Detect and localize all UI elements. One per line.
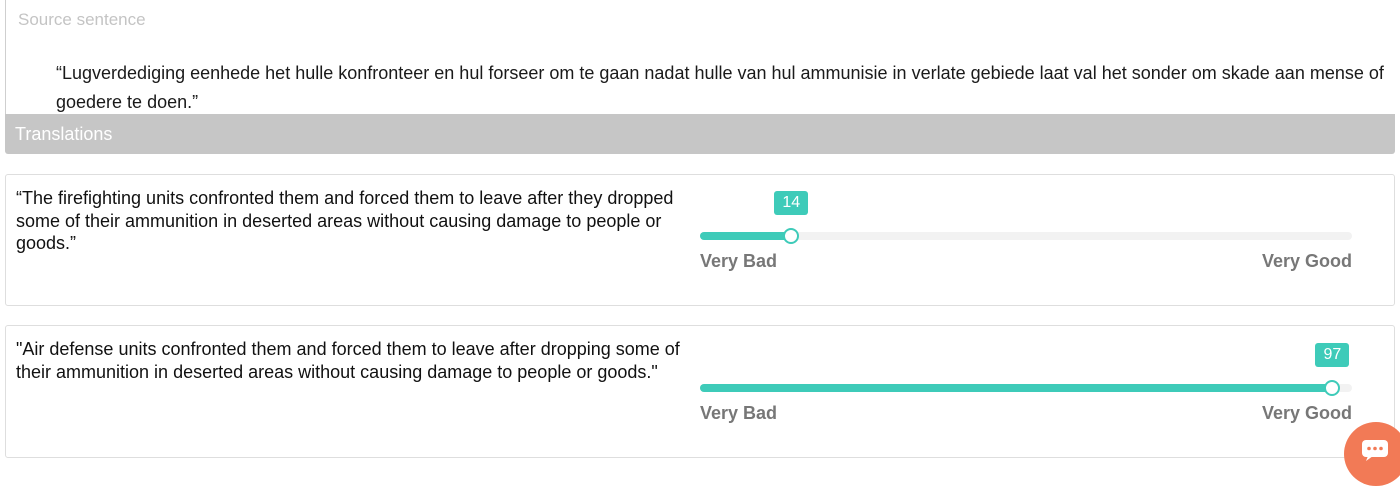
chat-button[interactable] [1344, 422, 1400, 486]
source-label: Source sentence [18, 10, 146, 29]
rating-slider[interactable]: 14 Very Bad Very Good [700, 191, 1352, 271]
slider-track[interactable] [700, 384, 1352, 392]
chat-bubble-icon [1362, 440, 1388, 461]
rating-slider[interactable]: 97 Very Bad Very Good [700, 343, 1352, 423]
translations-label: Translations [15, 124, 113, 144]
slider-min-label: Very Bad [700, 251, 778, 271]
source-section: Source sentence “Lugverdediging eenhede … [5, 0, 1395, 114]
translations-header: Translations [5, 114, 1395, 154]
translation-card: “The firefighting units confronted them … [5, 174, 1395, 306]
translation-card: "Air defense units confronted them and f… [5, 325, 1395, 458]
translation-text: "Air defense units confronted them and f… [16, 339, 680, 382]
slider-fill [700, 232, 792, 240]
slider-value-badge: 14 [774, 191, 809, 215]
slider-fill [700, 384, 1333, 392]
slider-max-label: Very Good [1261, 403, 1352, 423]
slider-max-label: Very Good [1261, 251, 1352, 271]
translation-text: “The firefighting units confronted them … [16, 188, 674, 253]
slider-value-badge: 97 [1315, 343, 1350, 367]
slider-handle[interactable] [1324, 380, 1341, 396]
slider-min-label: Very Bad [700, 403, 778, 423]
source-sentence: “Lugverdediging eenhede het hulle konfro… [56, 63, 1384, 112]
slider-handle[interactable] [783, 228, 800, 244]
